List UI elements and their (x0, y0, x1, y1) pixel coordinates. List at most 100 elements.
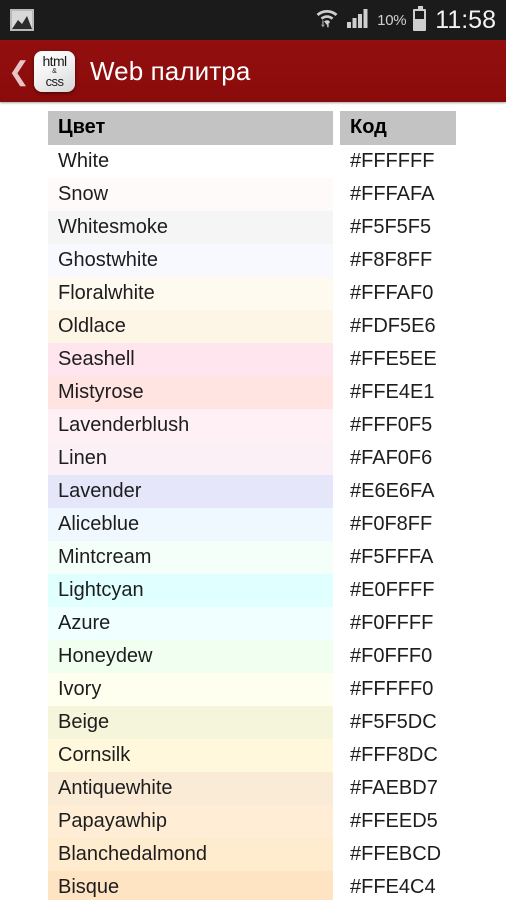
table-row[interactable]: Snow #FFFAFA (48, 178, 456, 211)
color-code-cell: #F5F5DC (340, 706, 456, 739)
color-code-cell: #FFF0F5 (340, 409, 456, 442)
color-code-cell: #FFF8DC (340, 739, 456, 772)
table-row[interactable]: Beige #F5F5DC (48, 706, 456, 739)
page-title: Web палитра (90, 55, 251, 86)
color-name-cell: Seashell (48, 343, 333, 376)
column-header-color: Цвет (48, 111, 333, 145)
row-gap (333, 343, 340, 376)
table-row[interactable]: Aliceblue #F0F8FF (48, 508, 456, 541)
row-gap (333, 607, 340, 640)
table-row[interactable]: Blanchedalmond #FFEBCD (48, 838, 456, 871)
color-name-cell: Antiquewhite (48, 772, 333, 805)
row-gap (333, 376, 340, 409)
color-code-cell: #F0F8FF (340, 508, 456, 541)
status-bar-indicators: 10% 11:58 (315, 6, 496, 35)
table-row[interactable]: Lavender #E6E6FA (48, 475, 456, 508)
color-name-cell: Blanchedalmond (48, 838, 333, 871)
color-name-cell: Cornsilk (48, 739, 333, 772)
table-row[interactable]: Linen #FAF0F6 (48, 442, 456, 475)
color-code-cell: #FAF0F6 (340, 442, 456, 475)
table-row[interactable]: Lightcyan #E0FFFF (48, 574, 456, 607)
row-gap (333, 310, 340, 343)
color-code-cell: #F5FFFA (340, 541, 456, 574)
color-code-cell: #F0FFFF (340, 607, 456, 640)
color-code-cell: #E6E6FA (340, 475, 456, 508)
status-bar: 10% 11:58 (0, 0, 506, 40)
row-gap (333, 574, 340, 607)
battery-icon (413, 6, 427, 31)
color-name-cell: Lavender (48, 475, 333, 508)
table-row[interactable]: Papayawhip #FFEED5 (48, 805, 456, 838)
table-row[interactable]: Bisque #FFE4C4 (48, 871, 456, 900)
row-gap (333, 244, 340, 277)
table-header: Цвет Код (48, 111, 456, 145)
row-gap (333, 640, 340, 673)
color-code-cell: #FFE4E1 (340, 376, 456, 409)
table-row[interactable]: White #FFFFFF (48, 145, 456, 178)
table-row[interactable]: Honeydew #F0FFF0 (48, 640, 456, 673)
palette-scroll-container[interactable]: Цвет Код White #FFFFFF Snow #FFFAFA Whitesmo… (0, 102, 506, 900)
column-gap (333, 111, 340, 145)
table-row[interactable]: Floralwhite #FFFAF0 (48, 277, 456, 310)
color-name-cell: Floralwhite (48, 277, 333, 310)
app-logo-line-css: css (45, 74, 64, 89)
color-name-cell: Lightcyan (48, 574, 333, 607)
color-code-cell: #FAEBD7 (340, 772, 456, 805)
status-bar-notifications (10, 9, 34, 31)
color-name-cell: Mintcream (48, 541, 333, 574)
battery-percent-label: 10% (377, 11, 407, 29)
row-gap (333, 475, 340, 508)
row-gap (333, 442, 340, 475)
color-name-cell: Honeydew (48, 640, 333, 673)
row-gap (333, 673, 340, 706)
color-code-cell: #FFEBCD (340, 838, 456, 871)
color-code-cell: #FDF5E6 (340, 310, 456, 343)
color-code-cell: #FFFFF0 (340, 673, 456, 706)
color-name-cell: Ivory (48, 673, 333, 706)
table-row[interactable]: Cornsilk #FFF8DC (48, 739, 456, 772)
color-name-cell: Whitesmoke (48, 211, 333, 244)
table-row[interactable]: Oldlace #FDF5E6 (48, 310, 456, 343)
color-code-cell: #FFE5EE (340, 343, 456, 376)
row-gap (333, 508, 340, 541)
table-row[interactable]: Whitesmoke #F5F5F5 (48, 211, 456, 244)
row-gap (333, 805, 340, 838)
table-row[interactable]: Mistyrose #FFE4E1 (48, 376, 456, 409)
color-name-cell: Mistyrose (48, 376, 333, 409)
table-header-row: Цвет Код (48, 111, 456, 145)
color-code-cell: #FFE4C4 (340, 871, 456, 900)
color-code-cell: #FFEED5 (340, 805, 456, 838)
color-palette-table: Цвет Код White #FFFFFF Snow #FFFAFA Whitesmo… (48, 111, 456, 900)
cellular-signal-icon (346, 7, 370, 34)
app-bar: ❮ html & css Web палитра (0, 40, 506, 102)
row-gap (333, 178, 340, 211)
app-logo-line-html: html (42, 53, 67, 69)
table-row[interactable]: Lavenderblush #FFF0F5 (48, 409, 456, 442)
color-name-cell: Azure (48, 607, 333, 640)
color-code-cell: #FFFAF0 (340, 277, 456, 310)
color-name-cell: White (48, 145, 333, 178)
row-gap (333, 277, 340, 310)
table-row[interactable]: Ivory #FFFFF0 (48, 673, 456, 706)
back-navigation-button[interactable]: ❮ (6, 58, 32, 84)
color-name-cell: Bisque (48, 871, 333, 900)
table-row[interactable]: Mintcream #F5FFFA (48, 541, 456, 574)
table-row[interactable]: Azure #F0FFFF (48, 607, 456, 640)
color-name-cell: Linen (48, 442, 333, 475)
color-name-cell: Papayawhip (48, 805, 333, 838)
color-code-cell: #F0FFF0 (340, 640, 456, 673)
row-gap (333, 541, 340, 574)
table-row[interactable]: Ghostwhite #F8F8FF (48, 244, 456, 277)
color-name-cell: Snow (48, 178, 333, 211)
color-name-cell: Aliceblue (48, 508, 333, 541)
row-gap (333, 706, 340, 739)
row-gap (333, 772, 340, 805)
table-body: White #FFFFFF Snow #FFFAFA Whitesmoke #F5F5F5… (48, 145, 456, 900)
table-row[interactable]: Seashell #FFE5EE (48, 343, 456, 376)
app-logo-icon[interactable]: html & css (34, 50, 75, 92)
row-gap (333, 211, 340, 244)
photo-notification-icon (10, 9, 34, 31)
color-name-cell: Lavenderblush (48, 409, 333, 442)
table-row[interactable]: Antiquewhite #FAEBD7 (48, 772, 456, 805)
color-name-cell: Oldlace (48, 310, 333, 343)
